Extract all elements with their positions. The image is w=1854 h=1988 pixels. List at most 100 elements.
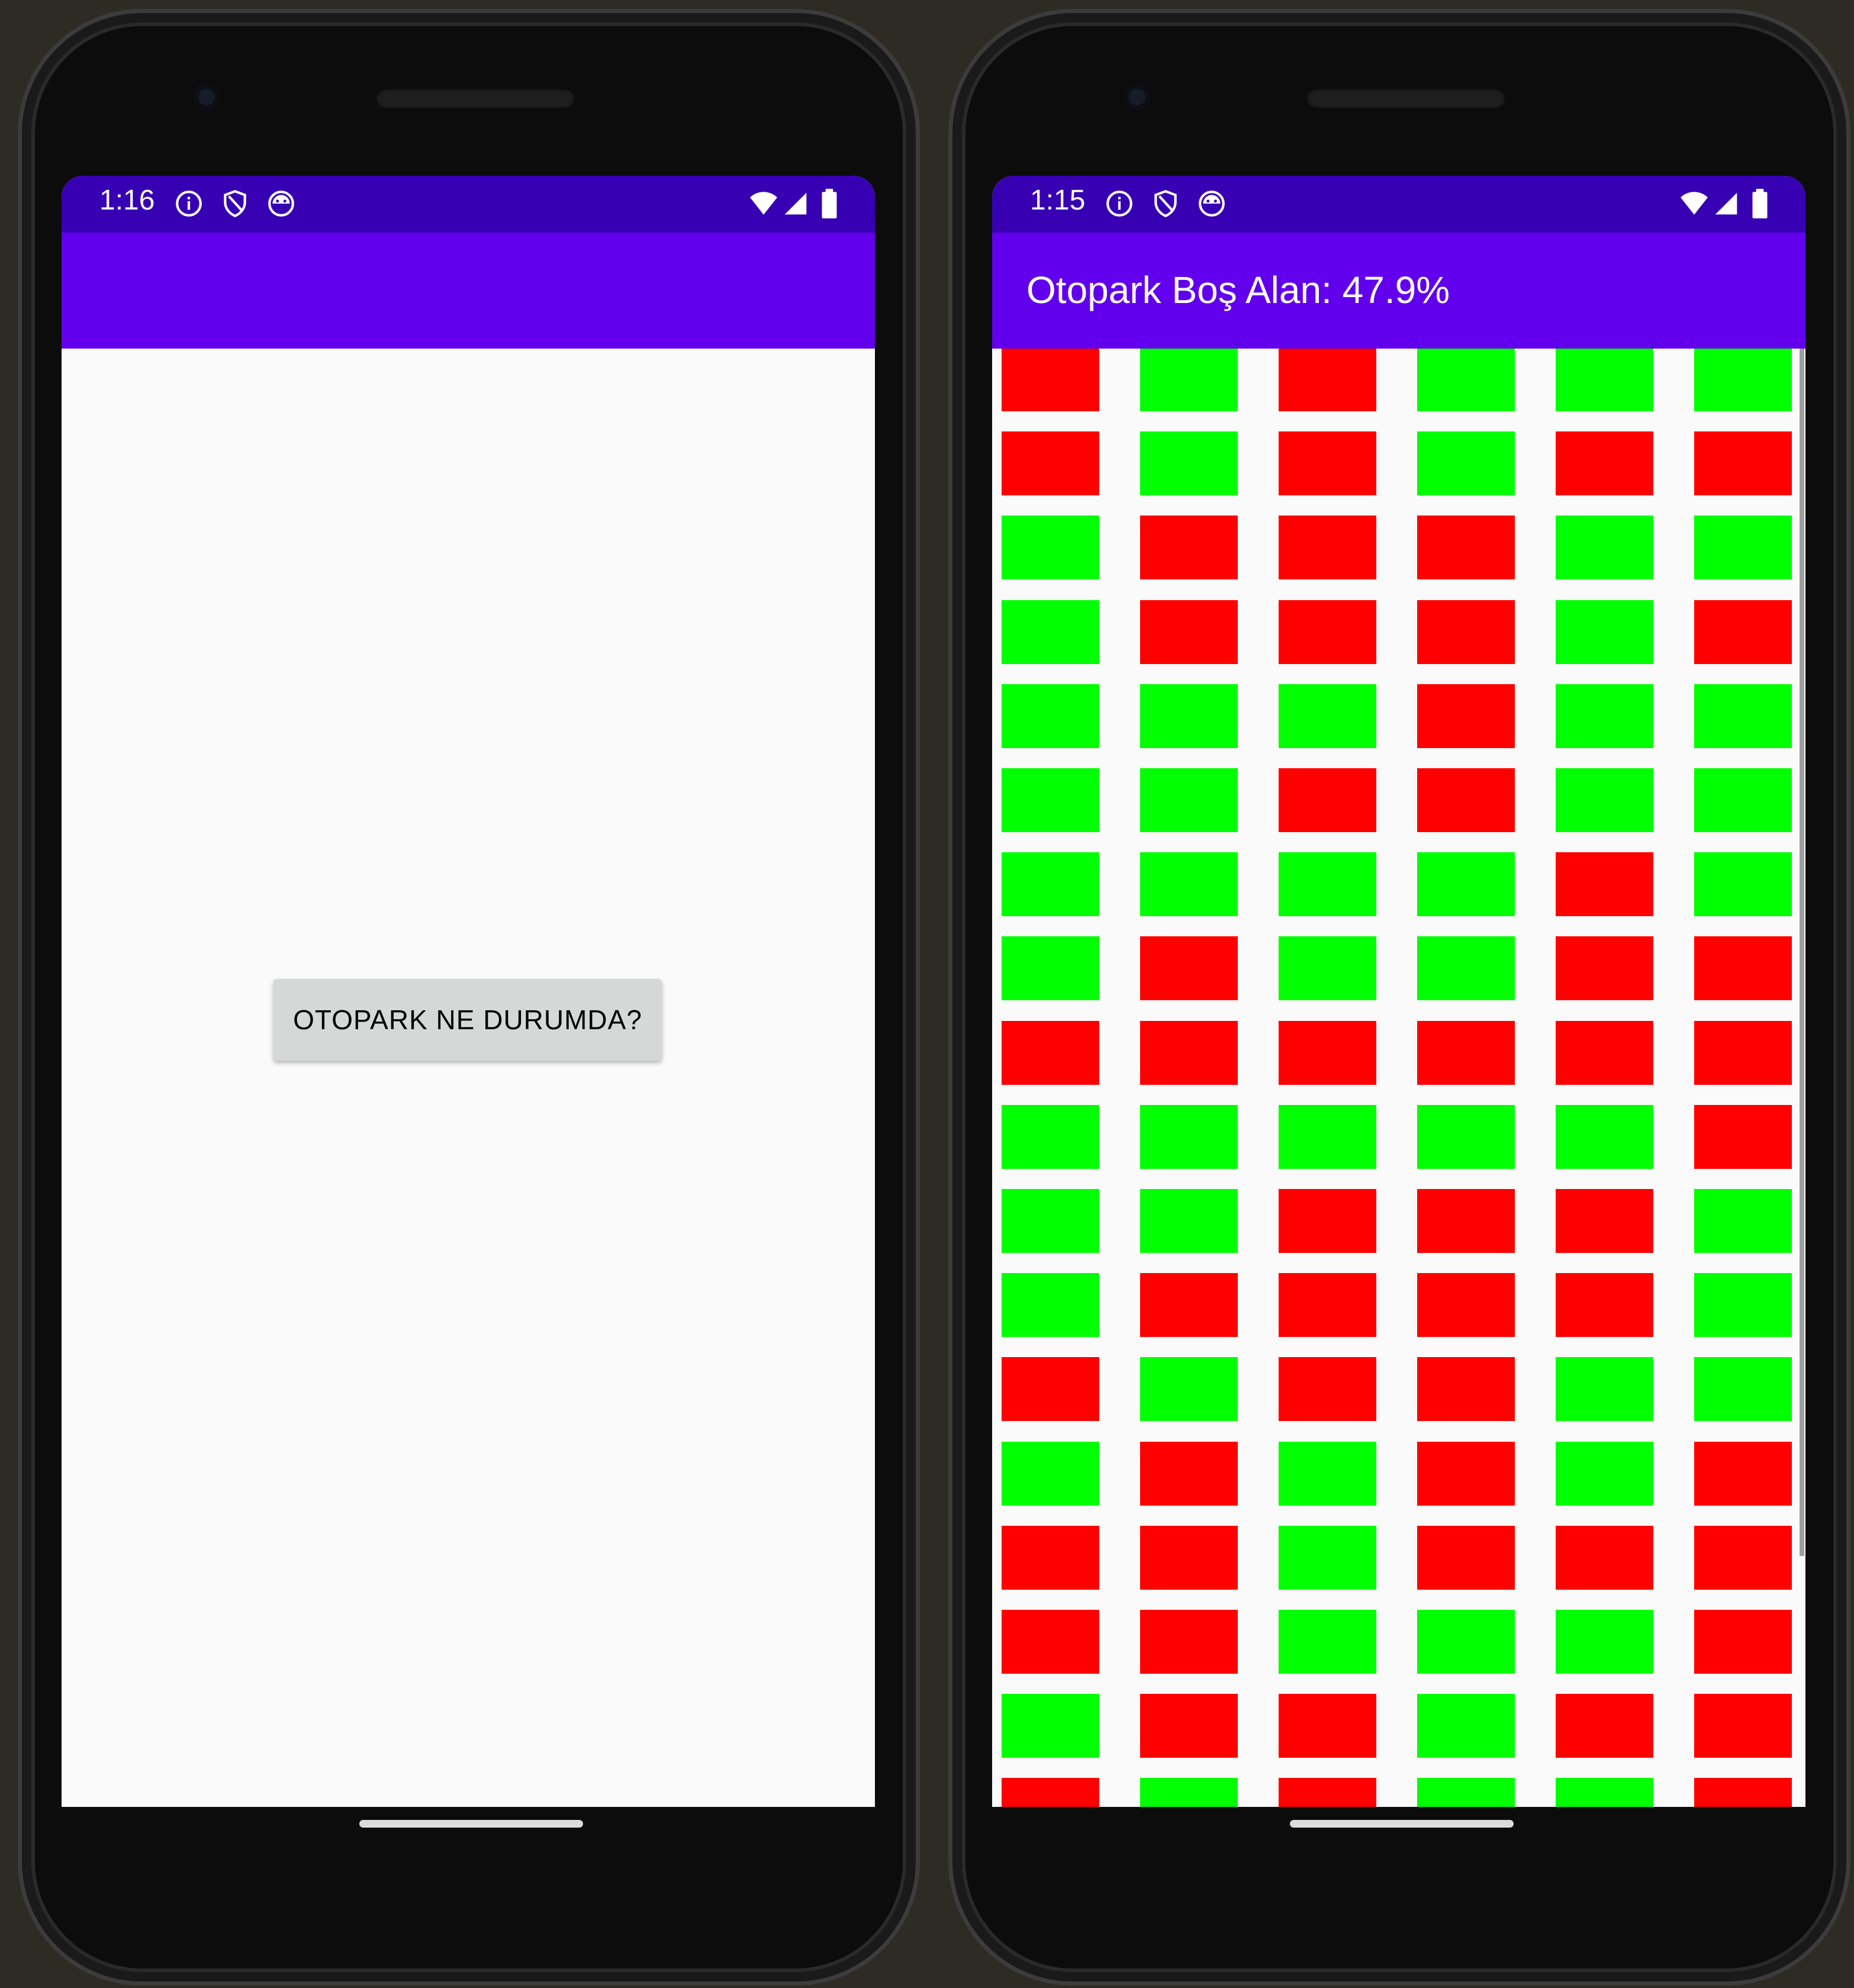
status-bar: 1:15	[992, 176, 1805, 233]
parking-slot	[1556, 1694, 1653, 1758]
parking-slot	[1556, 600, 1653, 664]
parking-slot	[1002, 852, 1099, 917]
parking-slot	[1140, 1357, 1238, 1422]
parking-slot	[1556, 349, 1653, 411]
wifi-icon	[750, 192, 777, 215]
info-icon	[1106, 191, 1132, 217]
parking-slot	[1140, 1020, 1238, 1085]
parking-slot	[1002, 1778, 1099, 1807]
front-camera	[194, 84, 220, 110]
parking-slot	[1556, 1441, 1653, 1506]
parking-slot	[1279, 349, 1376, 411]
parking-slot	[1417, 1525, 1515, 1590]
parking-slot	[1002, 349, 1099, 411]
parking-slot	[1694, 768, 1792, 832]
parking-slot	[1694, 349, 1792, 411]
parking-slot	[1002, 1273, 1099, 1338]
parking-slot	[1002, 1610, 1099, 1674]
parking-slot	[1694, 1610, 1792, 1674]
parking-slot	[1694, 1525, 1792, 1590]
status-time: 1:15	[1030, 185, 1086, 216]
info-icon	[176, 191, 202, 217]
parking-slot	[1140, 515, 1238, 580]
parking-slot	[1002, 768, 1099, 832]
parking-slot	[1694, 852, 1792, 917]
parking-slot	[1556, 1189, 1653, 1253]
screen-right: 1:15 Otopark Boş Alan: 47.9%	[992, 176, 1805, 1807]
parking-slot	[1140, 1525, 1238, 1590]
parking-slot	[1556, 1778, 1653, 1807]
shield-icon	[224, 189, 246, 218]
wifi-icon	[1681, 192, 1708, 215]
android-icon	[268, 191, 294, 217]
parking-slot	[1556, 431, 1653, 496]
parking-slot	[1694, 1441, 1792, 1506]
phone-left: 1:16 OTOPARK NE DURUMDA?	[18, 9, 920, 1986]
parking-slot	[1417, 349, 1515, 411]
parking-slot	[1279, 852, 1376, 917]
parking-slot	[1279, 684, 1376, 748]
parking-slot	[1694, 1357, 1792, 1422]
parking-slot	[1002, 1525, 1099, 1590]
parking-slot	[1140, 349, 1238, 411]
front-camera	[1124, 84, 1150, 110]
power-button	[1851, 776, 1854, 1037]
battery-icon	[822, 189, 837, 218]
parking-slot	[1140, 1441, 1238, 1506]
parking-slot	[1002, 1104, 1099, 1169]
signal-icon	[784, 192, 807, 215]
parking-slot	[1002, 684, 1099, 748]
parking-slot	[1694, 1694, 1792, 1758]
parking-slot	[1279, 1357, 1376, 1422]
parking-slot	[1417, 1441, 1515, 1506]
parking-slot	[1417, 1273, 1515, 1338]
parking-slot	[1556, 1273, 1653, 1338]
parking-slot	[1417, 1357, 1515, 1422]
parking-slot	[1279, 936, 1376, 1001]
parking-slot	[1417, 1778, 1515, 1807]
status-time: 1:16	[99, 185, 155, 216]
parking-slot	[1417, 1104, 1515, 1169]
parking-slot	[1417, 431, 1515, 496]
parking-slot	[1279, 1778, 1376, 1807]
parking-slot	[1417, 768, 1515, 832]
parking-slot	[1556, 1525, 1653, 1590]
parking-slot	[1417, 852, 1515, 917]
parking-slot	[1556, 936, 1653, 1001]
parking-slot	[1417, 1020, 1515, 1085]
volume-button	[1851, 510, 1854, 640]
parking-slot	[1140, 1610, 1238, 1674]
parking-slot	[1002, 1441, 1099, 1506]
parking-slot	[1417, 1189, 1515, 1253]
parking-slot	[1140, 1694, 1238, 1758]
parking-slot	[1556, 1104, 1653, 1169]
app-bar	[62, 233, 875, 349]
parking-slot	[1417, 600, 1515, 664]
parking-slot	[1279, 1020, 1376, 1085]
parking-slot	[1279, 1525, 1376, 1590]
parking-slot	[1140, 684, 1238, 748]
parking-slot	[1279, 1441, 1376, 1506]
parking-slot	[1279, 768, 1376, 832]
parking-slot	[1002, 515, 1099, 580]
home-indicator[interactable]	[1290, 1820, 1514, 1828]
parking-slot	[1140, 1189, 1238, 1253]
parking-slot	[1002, 936, 1099, 1001]
parking-slot	[1694, 684, 1792, 748]
home-indicator[interactable]	[359, 1820, 583, 1828]
parking-slot	[1140, 600, 1238, 664]
parking-slot	[1417, 1694, 1515, 1758]
parking-slot	[1694, 1020, 1792, 1085]
parking-slot	[1417, 684, 1515, 748]
check-parking-button[interactable]: OTOPARK NE DURUMDA?	[273, 979, 662, 1061]
shield-icon	[1154, 189, 1177, 218]
parking-slot	[1556, 768, 1653, 832]
scrollbar[interactable]	[1800, 349, 1804, 1556]
signal-icon	[1715, 192, 1737, 215]
parking-slot	[1556, 1020, 1653, 1085]
parking-slot	[1002, 1020, 1099, 1085]
parking-slot	[1556, 852, 1653, 917]
parking-grid[interactable]	[992, 349, 1805, 1807]
parking-slot	[1002, 431, 1099, 496]
parking-slot	[1279, 1189, 1376, 1253]
